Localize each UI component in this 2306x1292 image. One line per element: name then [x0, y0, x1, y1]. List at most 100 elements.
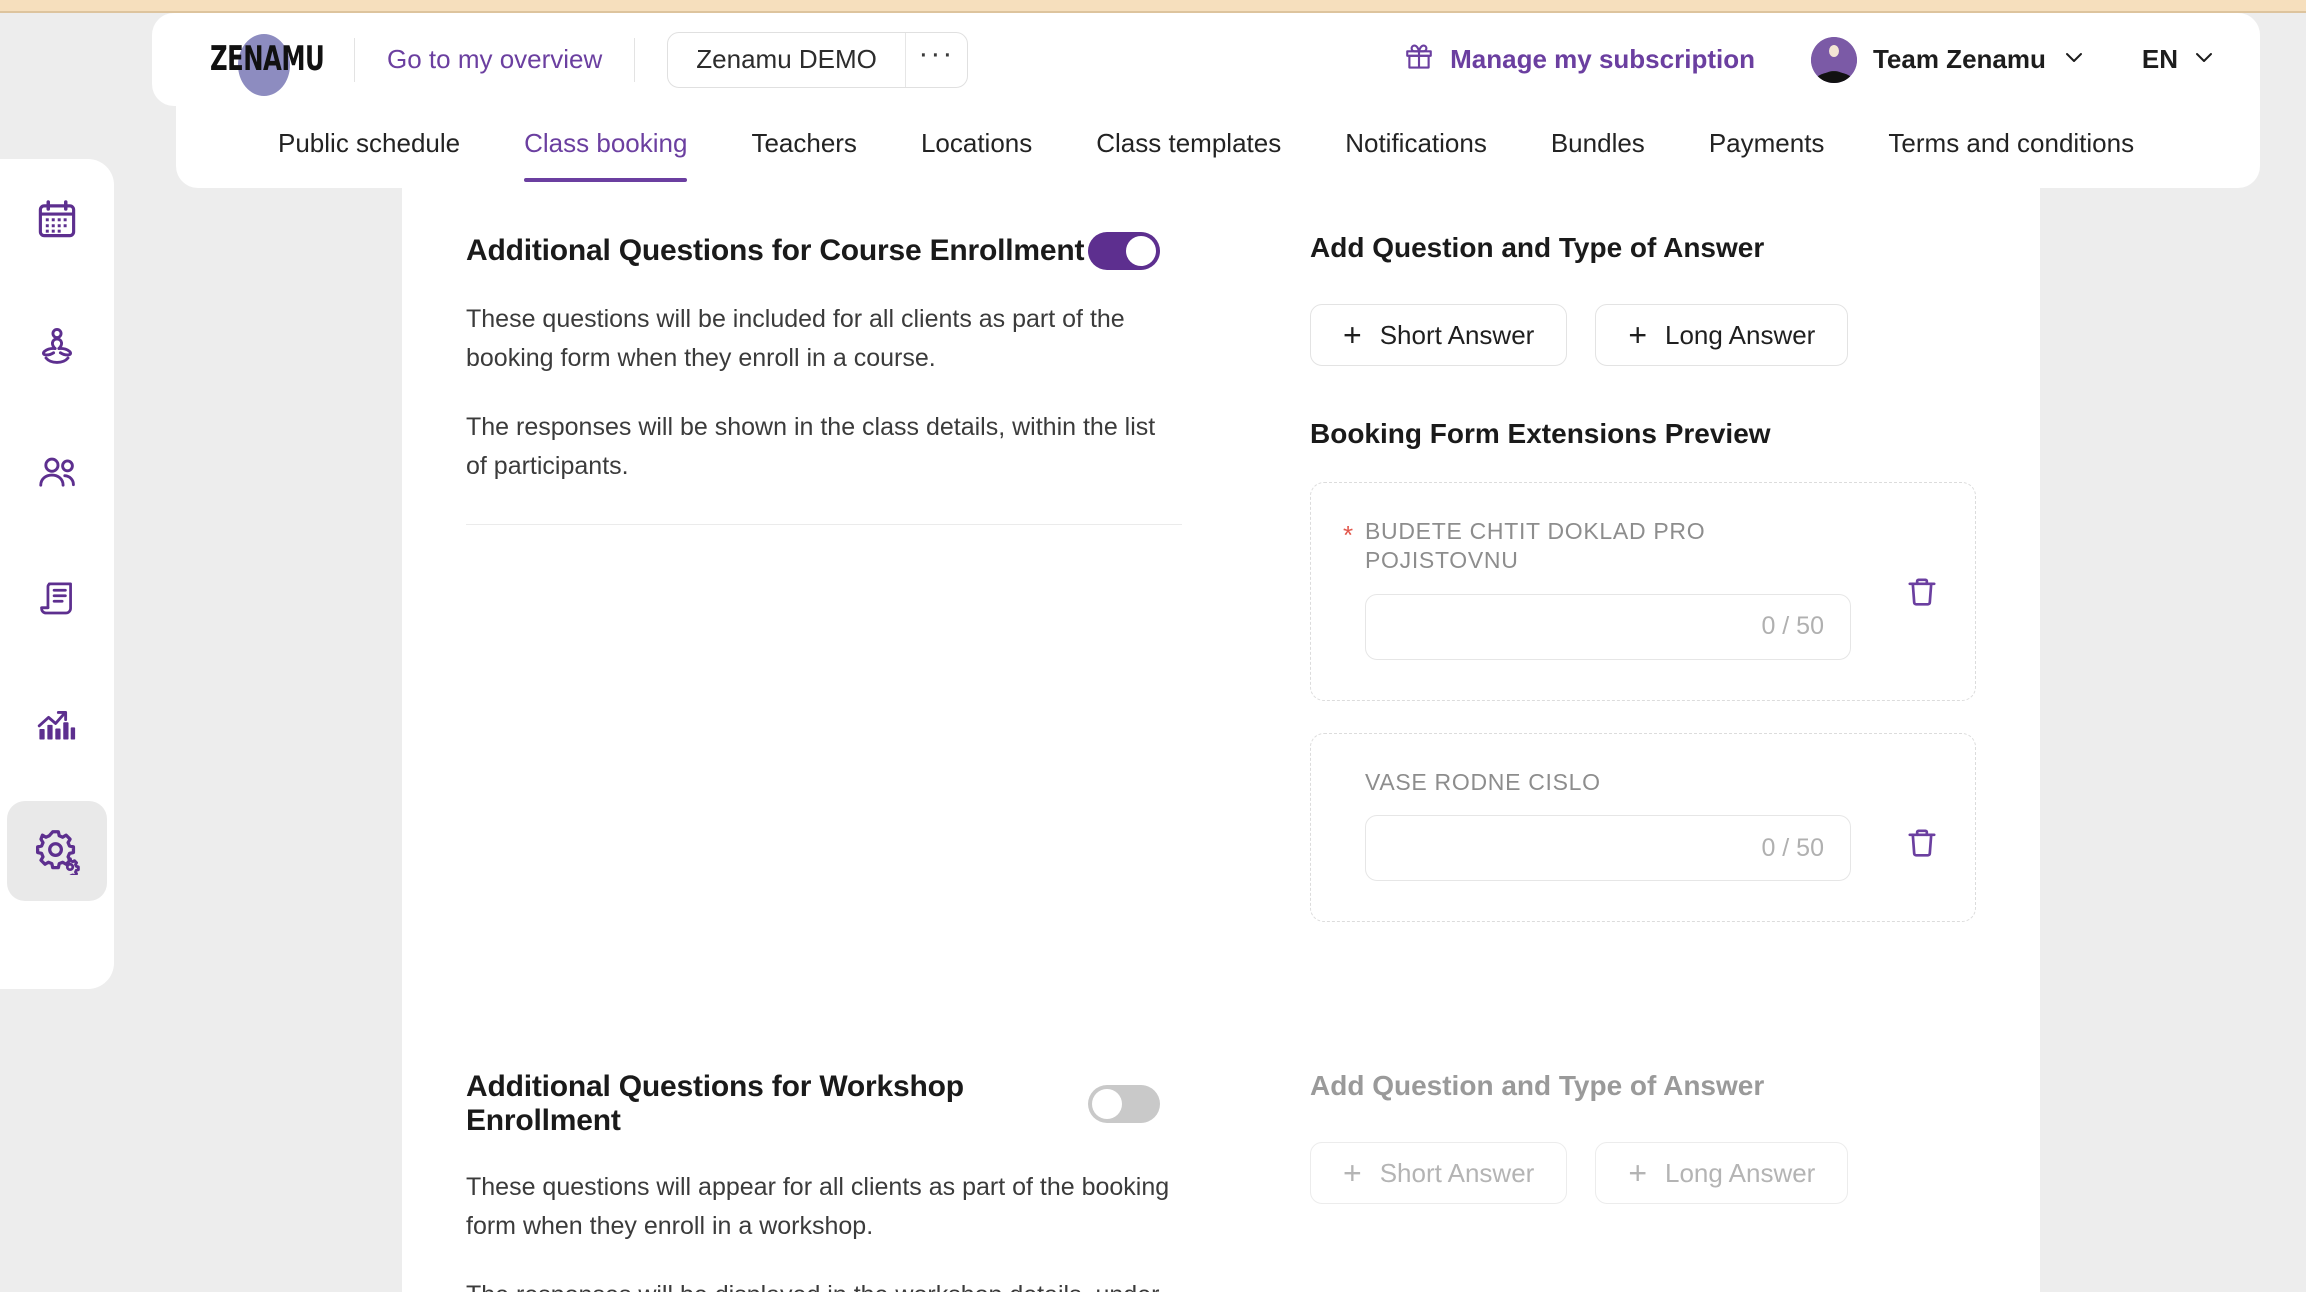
workshop-answer-type-buttons: + Short Answer + Long Answer: [1310, 1142, 1976, 1205]
chevron-down-icon: [2192, 45, 2216, 74]
add-long-answer-label: Long Answer: [1665, 319, 1816, 350]
tab-teachers[interactable]: Teachers: [751, 106, 857, 159]
people-icon: [35, 451, 79, 495]
workshop-add-question-title: Add Question and Type of Answer: [1310, 1070, 1765, 1102]
add-short-answer-label: Short Answer: [1379, 319, 1535, 350]
manage-subscription-button[interactable]: Manage my subscription: [1404, 41, 1755, 78]
sidebar-item-settings[interactable]: [7, 801, 107, 901]
sidebar-items: [0, 159, 114, 989]
section-course-enrollment: Additional Questions for Course Enrollme…: [402, 232, 2040, 923]
preview-question-1-label: BUDETE CHTIT DOKLAD PRO POJISTOVNU: [1365, 518, 1706, 574]
preview-question-1-label-wrap: * BUDETE CHTIT DOKLAD PRO POJISTOVNU: [1343, 517, 1851, 576]
plus-icon: +: [1343, 1155, 1362, 1192]
add-short-answer-button[interactable]: + Short Answer: [1310, 304, 1568, 366]
tab-public-schedule[interactable]: Public schedule: [278, 106, 460, 159]
plus-icon: +: [1343, 317, 1362, 353]
settings-tab-bar: Public schedule Class booking Teachers L…: [176, 106, 2260, 188]
preview-question-1-main: * BUDETE CHTIT DOKLAD PRO POJISTOVNU 0 / …: [1343, 517, 1851, 660]
workshop-section-header: Additional Questions for Workshop Enroll…: [466, 1070, 1182, 1138]
sidebar-panel: [0, 159, 114, 989]
header-divider-1: [354, 37, 355, 82]
calendar-icon: [36, 198, 78, 240]
preview-question-2-label-wrap: VASE RODNE CISLO: [1365, 768, 1851, 797]
manage-subscription-label: Manage my subscription: [1450, 44, 1755, 74]
add-long-answer-button-disabled: + Long Answer: [1595, 1142, 1849, 1205]
top-accent-bar: [0, 0, 2306, 13]
tab-notifications[interactable]: Notifications: [1345, 106, 1487, 159]
workshop-section-right: Add Question and Type of Answer + Short …: [1226, 1070, 1976, 1292]
logo[interactable]: ZENAMU: [210, 33, 325, 96]
preview-question-1-counter: 0 / 50: [1761, 612, 1824, 641]
language-label: EN: [2141, 44, 2178, 74]
preview-question-2-label: VASE RODNE CISLO: [1365, 768, 1601, 795]
course-section-divider: [466, 524, 1182, 525]
toggle-knob: [1092, 1089, 1122, 1120]
course-answer-type-buttons: + Short Answer + Long Answer: [1310, 304, 1976, 366]
gift-icon: [1404, 41, 1434, 78]
settings-scroll-content: 0 / 300 Additional Questions for Course …: [402, 188, 2040, 1292]
workshop-description-1: These questions will appear for all clie…: [466, 1173, 1170, 1241]
team-menu[interactable]: Team Zenamu: [1810, 36, 2086, 83]
sidebar-item-classes[interactable]: [7, 297, 107, 397]
sidebar-item-calendar[interactable]: [7, 169, 107, 269]
preview-question-1-input[interactable]: 0 / 50: [1365, 593, 1851, 660]
workshop-section-left: Additional Questions for Workshop Enroll…: [466, 1070, 1226, 1292]
tab-payments[interactable]: Payments: [1709, 106, 1825, 159]
sidebar-item-clients[interactable]: [7, 423, 107, 523]
course-section-right: Add Question and Type of Answer + Short …: [1226, 232, 1976, 923]
course-add-question-title: Add Question and Type of Answer: [1310, 232, 1765, 263]
course-description-2: The responses will be shown in the class…: [466, 413, 1156, 480]
header-divider-2: [634, 37, 636, 82]
toggle-knob: [1126, 236, 1156, 266]
studio-switcher[interactable]: Zenamu DEMO ···: [667, 31, 968, 88]
trash-icon: [1905, 826, 1939, 865]
preview-question-2-main: VASE RODNE CISLO 0 / 50: [1365, 768, 1851, 882]
tab-class-booking[interactable]: Class booking: [524, 106, 688, 182]
plus-icon: +: [1628, 317, 1648, 353]
section-workshop-enrollment: Additional Questions for Workshop Enroll…: [402, 1070, 2040, 1292]
delete-question-1-button[interactable]: [1905, 575, 1939, 614]
add-short-answer-button-disabled: + Short Answer: [1310, 1142, 1568, 1205]
delete-question-2-button[interactable]: [1905, 826, 1939, 865]
yoga-pose-icon: [35, 325, 79, 369]
course-section-left: Additional Questions for Course Enrollme…: [466, 232, 1226, 922]
workshop-title: Additional Questions for Workshop Enroll…: [466, 1070, 964, 1138]
preview-card-question-1: * BUDETE CHTIT DOKLAD PRO POJISTOVNU 0 / …: [1310, 482, 1976, 701]
avatar: [1810, 36, 1857, 83]
workshop-description-2: The responses will be displayed in the w…: [466, 1276, 1182, 1292]
left-sidebar: [0, 13, 114, 1292]
course-description-1: These questions will be included for all…: [466, 305, 1125, 372]
add-long-answer-label-disabled: Long Answer: [1665, 1157, 1816, 1188]
tab-bundles[interactable]: Bundles: [1551, 106, 1645, 159]
settings-content-panel: 0 / 300 Additional Questions for Course …: [402, 188, 2040, 1292]
studio-more-button[interactable]: ···: [904, 32, 967, 87]
preview-card-question-2: VASE RODNE CISLO 0 / 50: [1310, 732, 1976, 923]
logo-text: ZENAMU: [210, 40, 325, 79]
go-to-overview-link[interactable]: Go to my overview: [387, 44, 602, 75]
tab-locations[interactable]: Locations: [921, 106, 1032, 159]
tab-terms-and-conditions[interactable]: Terms and conditions: [1888, 106, 2134, 159]
app-header: ZENAMU Go to my overview Zenamu DEMO ···…: [152, 13, 2260, 106]
sidebar-item-statistics[interactable]: [7, 675, 107, 775]
trash-icon: [1905, 575, 1939, 614]
course-section-header: Additional Questions for Course Enrollme…: [466, 232, 1182, 270]
plus-icon: +: [1628, 1155, 1648, 1192]
page-title: Additional Questions for Course Enrollme…: [466, 234, 1085, 267]
studio-name-button[interactable]: Zenamu DEMO: [668, 33, 905, 87]
sidebar-item-invoices[interactable]: [7, 549, 107, 649]
required-asterisk: *: [1343, 520, 1354, 550]
add-short-answer-label-disabled: Short Answer: [1379, 1157, 1535, 1188]
workshop-questions-toggle[interactable]: [1088, 1085, 1160, 1124]
booking-form-preview-title: Booking Form Extensions Preview: [1310, 418, 1771, 449]
preview-question-2-counter: 0 / 50: [1761, 833, 1824, 862]
add-long-answer-button[interactable]: + Long Answer: [1595, 304, 1849, 366]
preview-question-2-input[interactable]: 0 / 50: [1365, 815, 1851, 882]
course-questions-toggle[interactable]: [1088, 232, 1160, 270]
bar-chart-icon: [35, 703, 79, 747]
header-right-group: Manage my subscription Team Zenamu EN: [1404, 36, 2216, 83]
tab-class-templates[interactable]: Class templates: [1096, 106, 1281, 159]
invoice-icon: [36, 578, 78, 620]
chevron-down-icon: [2062, 45, 2086, 74]
language-selector[interactable]: EN: [2142, 44, 2216, 75]
gears-icon: [33, 827, 81, 875]
